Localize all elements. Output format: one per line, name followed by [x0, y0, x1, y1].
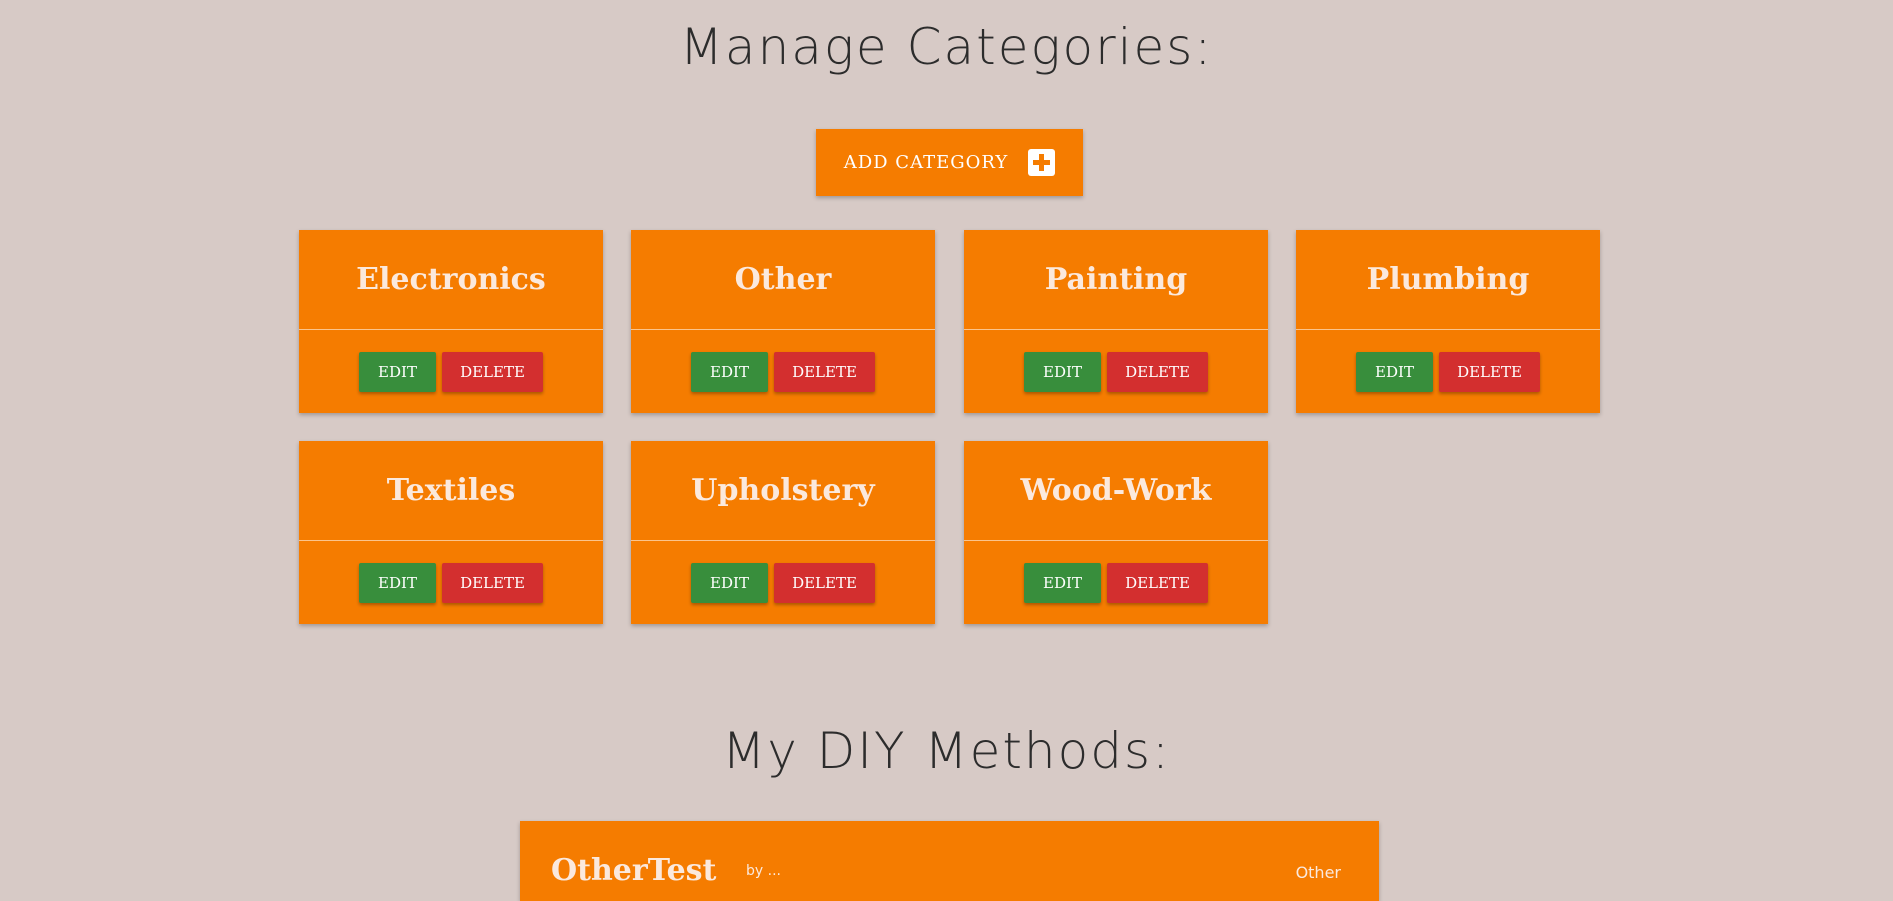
delete-button[interactable]: DELETE	[442, 351, 543, 392]
category-title: Upholstery	[631, 441, 935, 541]
edit-button[interactable]: EDIT	[359, 351, 436, 392]
category-title: Wood-Work	[964, 441, 1268, 541]
category-actions: EDIT DELETE	[299, 541, 603, 624]
category-title: Textiles	[299, 441, 603, 541]
category-actions: EDIT DELETE	[631, 330, 935, 413]
method-category: Other	[1295, 863, 1341, 882]
category-card: Upholstery EDIT DELETE	[631, 441, 935, 624]
category-actions: EDIT DELETE	[1296, 330, 1600, 413]
category-title: Electronics	[299, 230, 603, 330]
delete-button[interactable]: DELETE	[1439, 351, 1540, 392]
add-category-label: ADD CATEGORY	[843, 152, 1009, 173]
my-diy-methods-title: My DIY Methods:	[722, 722, 1171, 780]
category-actions: EDIT DELETE	[964, 541, 1268, 624]
delete-button[interactable]: DELETE	[1107, 351, 1208, 392]
edit-button[interactable]: EDIT	[691, 562, 768, 603]
category-actions: EDIT DELETE	[299, 330, 603, 413]
delete-button[interactable]: DELETE	[774, 562, 875, 603]
edit-button[interactable]: EDIT	[1024, 562, 1101, 603]
delete-button[interactable]: DELETE	[442, 562, 543, 603]
category-title: Plumbing	[1296, 230, 1600, 330]
category-card: Painting EDIT DELETE	[964, 230, 1268, 413]
category-card: Wood-Work EDIT DELETE	[964, 441, 1268, 624]
category-title: Other	[631, 230, 935, 330]
manage-categories-title: Manage Categories:	[679, 18, 1214, 76]
category-card: Electronics EDIT DELETE	[299, 230, 603, 413]
add-category-button[interactable]: ADD CATEGORY	[816, 129, 1083, 196]
plus-icon	[1028, 149, 1056, 176]
edit-button[interactable]: EDIT	[359, 562, 436, 603]
edit-button[interactable]: EDIT	[1356, 351, 1433, 392]
edit-button[interactable]: EDIT	[691, 351, 768, 392]
category-actions: EDIT DELETE	[964, 330, 1268, 413]
category-card: Plumbing EDIT DELETE	[1296, 230, 1600, 413]
category-card: Other EDIT DELETE	[631, 230, 935, 413]
delete-button[interactable]: DELETE	[774, 351, 875, 392]
category-title: Painting	[964, 230, 1268, 330]
method-subtitle: by ...	[746, 863, 781, 879]
delete-button[interactable]: DELETE	[1107, 562, 1208, 603]
method-card[interactable]: OtherTest by ... Other	[520, 821, 1379, 901]
category-card: Textiles EDIT DELETE	[299, 441, 603, 624]
category-actions: EDIT DELETE	[631, 541, 935, 624]
edit-button[interactable]: EDIT	[1024, 351, 1101, 392]
